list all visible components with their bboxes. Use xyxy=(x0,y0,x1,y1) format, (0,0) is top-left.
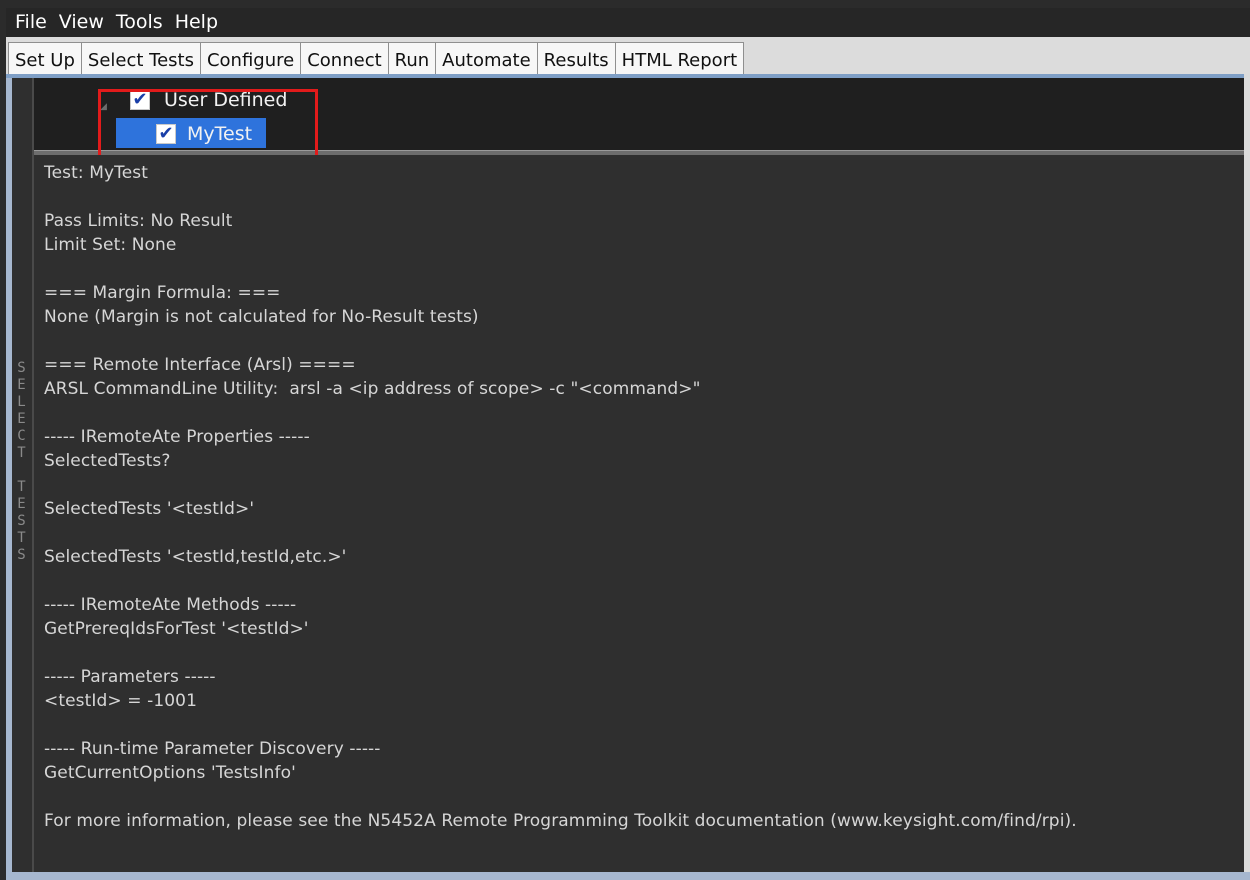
tab-html-report[interactable]: HTML Report xyxy=(614,42,745,77)
tab-select-tests[interactable]: Select Tests xyxy=(80,42,201,77)
tab-automate[interactable]: Automate xyxy=(435,42,538,77)
info-parameters-heading: ----- Parameters ----- xyxy=(44,667,216,687)
info-selected-tests-query: SelectedTests? xyxy=(44,451,171,471)
checkmark-icon: ✔ xyxy=(158,123,174,144)
tab-connect[interactable]: Connect xyxy=(300,42,389,77)
info-margin-heading: === Margin Formula: === xyxy=(44,283,281,303)
mytest-checkbox[interactable]: ✔ xyxy=(156,124,176,144)
tree-node-label: MyTest xyxy=(187,123,253,145)
menu-bar: File View Tools Help xyxy=(6,8,1250,37)
menu-help[interactable]: Help xyxy=(175,8,218,37)
info-margin-value: None (Margin is not calculated for No-Re… xyxy=(44,307,479,327)
tab-run[interactable]: Run xyxy=(387,42,437,77)
info-selected-tests-multi: SelectedTests '<testId,testId,etc.>' xyxy=(44,547,347,567)
app-window: File View Tools Help Set Up Select Tests… xyxy=(6,8,1250,880)
info-remote-heading: === Remote Interface (Arsl) ==== xyxy=(44,355,356,375)
window-right-edge xyxy=(1244,70,1250,880)
tab-bar: Set Up Select Tests Configure Connect Ru… xyxy=(6,37,1250,77)
side-label-select-tests: SELECT TESTS xyxy=(12,360,32,564)
info-get-current-options: GetCurrentOptions 'TestsInfo' xyxy=(44,763,296,783)
info-arsl-utility: ARSL CommandLine Utility: arsl -a <ip ad… xyxy=(44,379,701,399)
info-test-id-value: <testId> = -1001 xyxy=(44,691,197,711)
checkmark-icon: ✔ xyxy=(132,89,148,110)
tree-node-user-defined[interactable]: ✔ User Defined xyxy=(130,89,287,111)
menu-view[interactable]: View xyxy=(59,8,104,37)
tab-configure[interactable]: Configure xyxy=(199,42,302,77)
collapse-arrow-icon[interactable]: ◢ xyxy=(100,102,107,112)
info-discovery-heading: ----- Run-time Parameter Discovery ----- xyxy=(44,739,381,759)
menu-tools[interactable]: Tools xyxy=(116,8,163,37)
info-limit-set: Limit Set: None xyxy=(44,235,177,255)
tree-node-label: User Defined xyxy=(164,89,288,111)
tab-results[interactable]: Results xyxy=(536,42,616,77)
side-label-text: SELECT TESTS xyxy=(17,360,27,563)
info-pass-limits: Pass Limits: No Result xyxy=(44,211,233,231)
tab-set-up[interactable]: Set Up xyxy=(8,42,82,77)
window-bottom-edge xyxy=(6,872,1250,880)
menu-file[interactable]: File xyxy=(15,8,47,37)
user-defined-checkbox[interactable]: ✔ xyxy=(130,90,150,110)
info-methods-heading: ----- IRemoteAte Methods ----- xyxy=(44,595,297,615)
info-get-prereq: GetPrereqIdsForTest '<testId>' xyxy=(44,619,309,639)
tree-node-mytest[interactable]: ✔ MyTest xyxy=(156,123,252,145)
info-properties-heading: ----- IRemoteAte Properties ----- xyxy=(44,427,310,447)
info-more-information: For more information, please see the N54… xyxy=(44,811,1077,831)
info-selected-tests-single: SelectedTests '<testId>' xyxy=(44,499,255,519)
info-test-name: Test: MyTest xyxy=(44,163,149,183)
